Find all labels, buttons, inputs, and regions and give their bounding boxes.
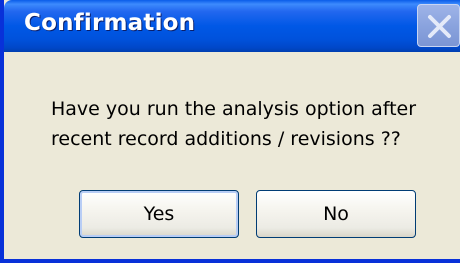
message-line: Have you run the analysis option after (51, 98, 417, 120)
no-button[interactable]: No (256, 190, 416, 238)
close-icon (428, 15, 451, 38)
yes-button[interactable]: Yes (79, 190, 239, 238)
dialog-title: Confirmation (24, 10, 196, 36)
confirmation-dialog: Confirmation Have you run the analysis o… (0, 0, 460, 263)
close-button[interactable] (417, 4, 460, 47)
no-button-label: No (323, 203, 349, 225)
message-line: recent record additions / revisions ?? (51, 128, 401, 150)
yes-button-label: Yes (143, 203, 175, 225)
dialog-message: Have you run the analysis option after r… (51, 94, 451, 154)
title-bar[interactable]: Confirmation (4, 0, 460, 52)
